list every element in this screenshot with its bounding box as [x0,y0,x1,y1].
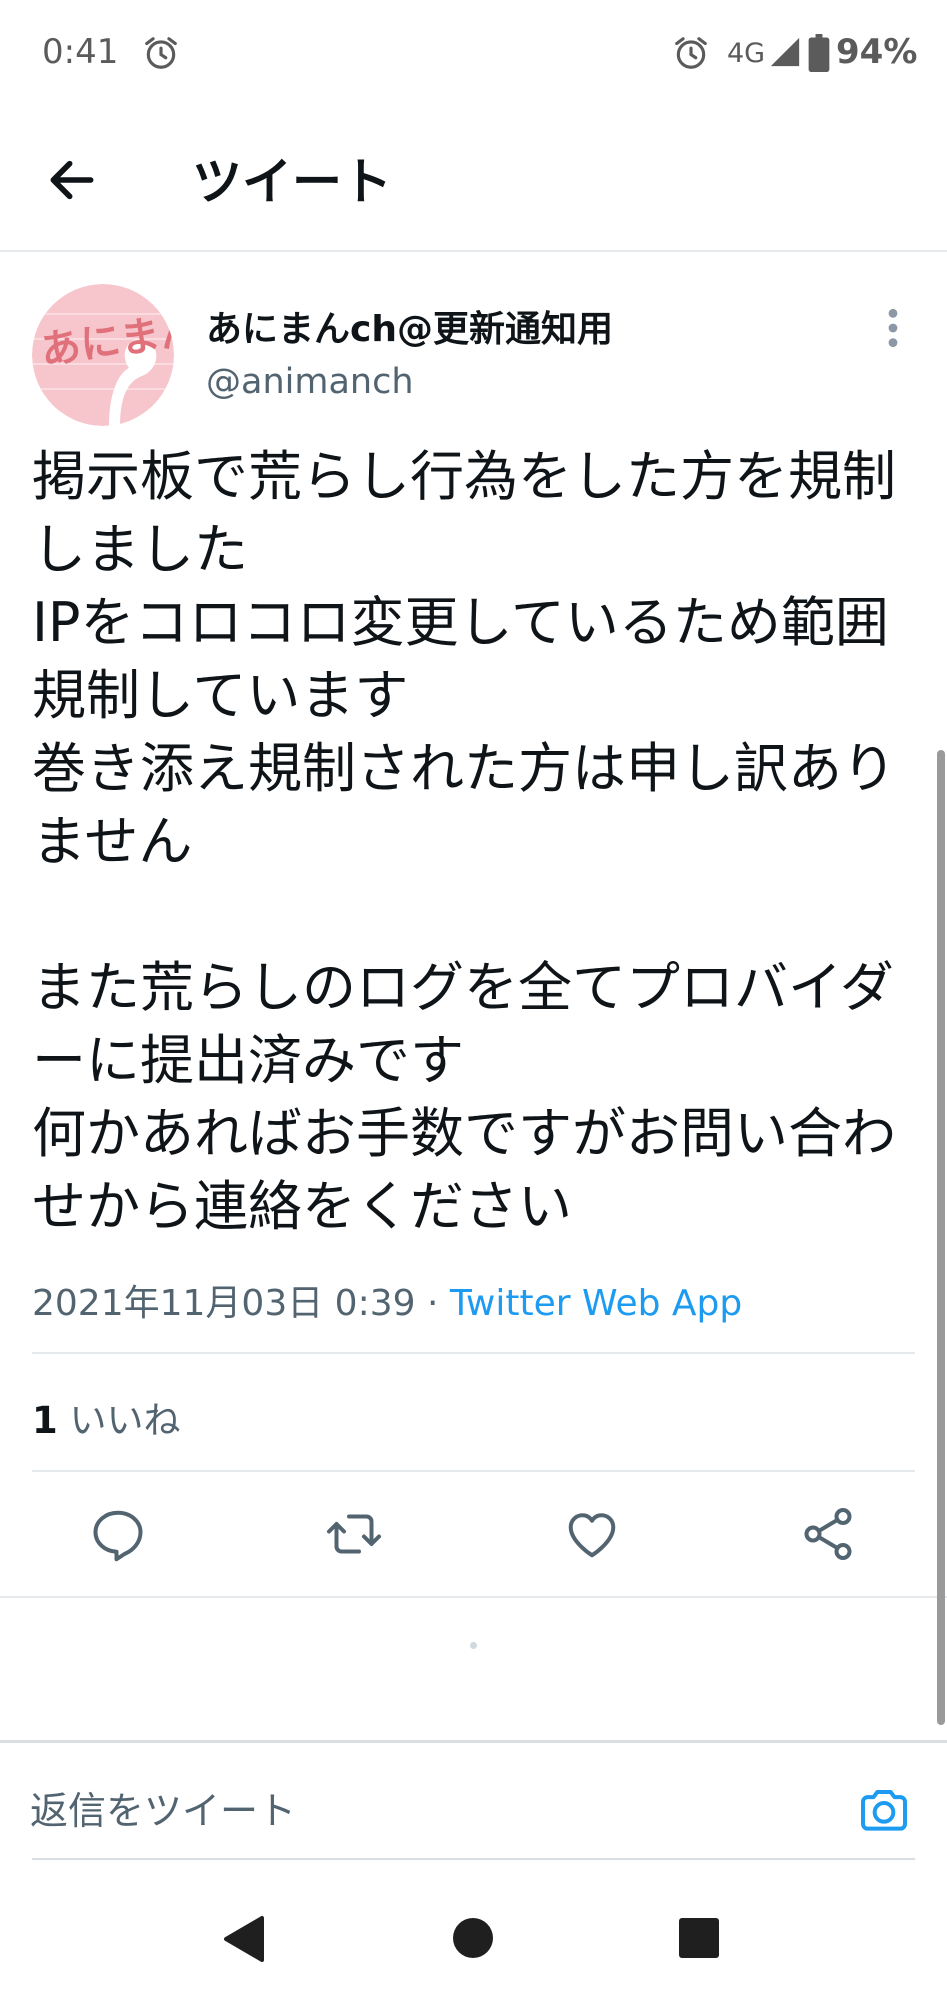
likes-label: いいね [57,1399,181,1442]
divider [0,1596,947,1598]
avatar-logo: あにまん [32,284,174,426]
battery-percent: 94% [836,32,918,72]
nav-home-button[interactable] [453,1918,493,1958]
meta-separator: · [415,1283,450,1324]
camera-icon[interactable] [856,1782,912,1838]
retweet-icon[interactable] [324,1504,384,1564]
tweet-source-link[interactable]: Twitter Web App [450,1283,742,1324]
alarm-icon [675,37,707,69]
like-icon[interactable] [562,1504,622,1564]
tweet-timestamp[interactable]: 2021年11月03日 0:39 [32,1283,416,1324]
signal-icon [770,37,800,67]
avatar[interactable]: あにまん [32,284,174,426]
tweet-text: 掲示板で荒らし行為をした方を規制しました IPをコロコロ変更しているため範囲規制… [32,445,896,1238]
reply-input[interactable] [30,1782,830,1840]
likes-number: 1 [32,1399,58,1442]
page-title: ツイート [192,153,392,211]
author-handle[interactable]: @animanch [206,362,414,402]
divider [32,1470,915,1472]
scrollbar[interactable] [937,750,945,1725]
status-bar: 0:41 4G 94% [0,0,947,108]
share-icon[interactable] [798,1504,858,1564]
reply-icon[interactable] [88,1504,148,1564]
likes-count[interactable]: 1 いいね [32,1390,181,1444]
network-type: 4G [727,38,766,69]
divider [32,1858,915,1860]
divider [0,1740,947,1743]
author-name[interactable]: あにまんch@更新通知用 [206,300,613,352]
nav-recent-apps-button[interactable] [679,1918,719,1958]
battery-icon [808,34,830,72]
divider [0,250,947,252]
status-time: 0:41 [42,32,119,72]
more-options-icon[interactable] [878,306,908,350]
tweet-meta: 2021年11月03日 0:39 · Twitter Web App [32,1274,742,1326]
back-arrow-icon[interactable] [44,152,100,208]
nav-back-icon[interactable] [222,1914,266,1964]
divider [32,1352,915,1354]
loading-dot [470,1642,477,1649]
alarm-icon [145,37,177,69]
